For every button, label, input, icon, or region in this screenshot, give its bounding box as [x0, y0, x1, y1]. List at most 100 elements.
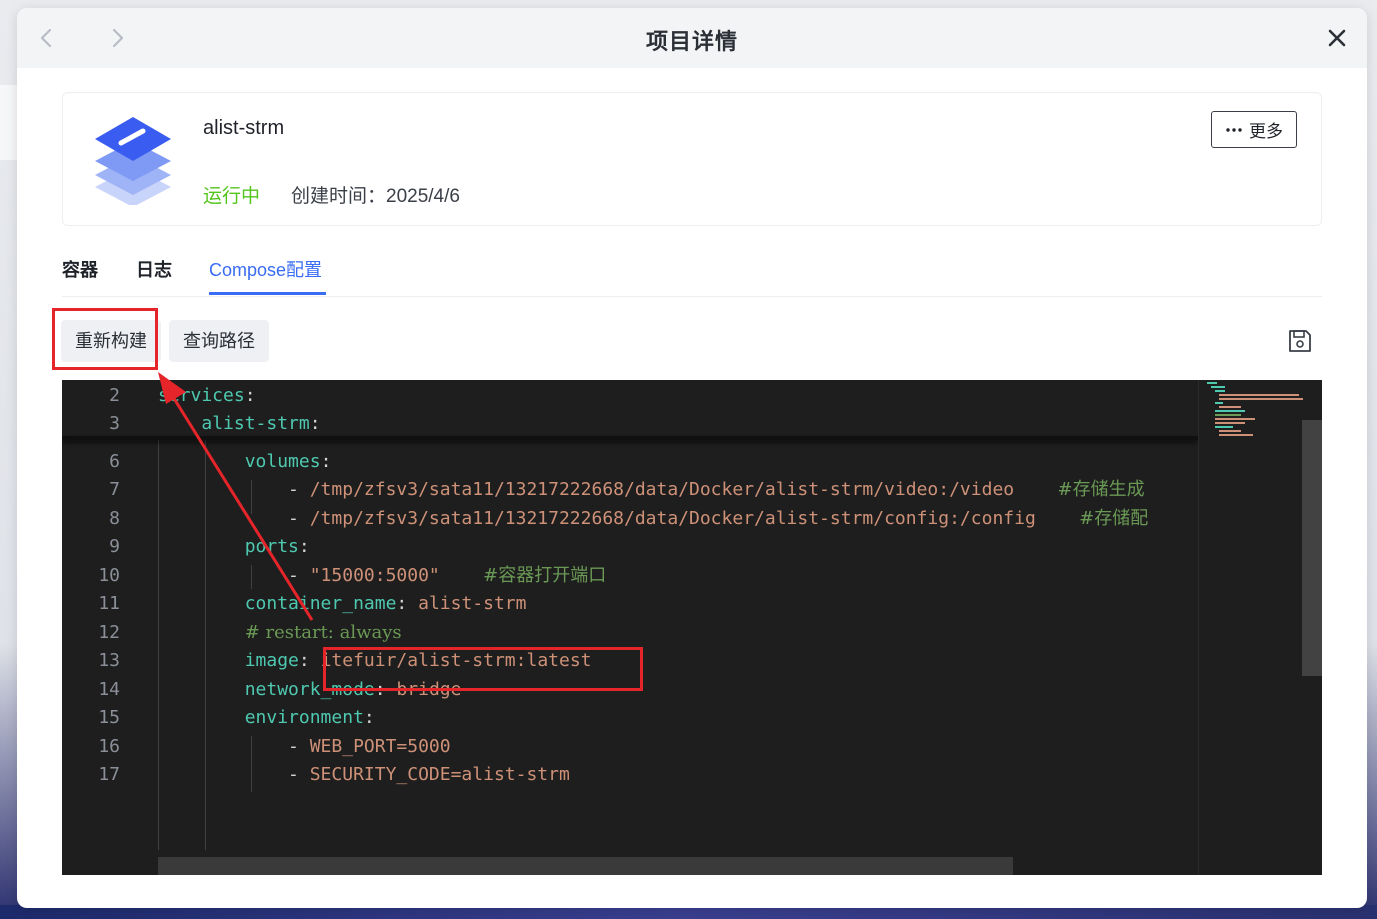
horizontal-scrollbar[interactable] [158, 857, 1013, 875]
code-token: alist-strm [418, 593, 527, 614]
project-name: alist-strm [203, 117, 285, 139]
created-time: 创建时间：2025/4/6 [291, 186, 460, 207]
code-token: : [309, 413, 321, 434]
background-panel-edge [0, 85, 18, 160]
line-number: 14 [98, 679, 120, 700]
code-token: #存储配 [1079, 508, 1149, 529]
project-summary-card: alist-strm 运行中 创建时间：2025/4/6 更多 [62, 92, 1322, 226]
line-number: 2 [109, 385, 120, 406]
line-number: 10 [98, 565, 120, 586]
line-number: 16 [98, 736, 120, 757]
detail-tabs: 容器 日志 Compose配置 [62, 248, 1322, 297]
code-text: - SECURITY_CODE=alist-strm [158, 761, 570, 789]
code-text: ports: [158, 533, 310, 561]
code-line[interactable]: 3 alist-strm: [62, 410, 1198, 438]
dialog-titlebar: 项目详情 [17, 8, 1367, 68]
dialog-title: 项目详情 [645, 29, 738, 54]
code-line[interactable]: 8 - /tmp/zfsv3/sata11/13217222668/data/D… [62, 505, 1198, 533]
code-line[interactable]: 6 volumes: [62, 448, 1198, 476]
active-tab-indicator [209, 292, 326, 295]
code-text: alist-strm: [158, 410, 321, 438]
line-number: 3 [109, 413, 120, 434]
code-token: # restart: always [244, 622, 402, 643]
save-icon[interactable] [1287, 328, 1313, 354]
code-text: - /tmp/zfsv3/sata11/13217222668/data/Doc… [158, 505, 1148, 533]
code-line[interactable]: 2 services: [62, 382, 1198, 410]
code-text: services: [158, 382, 256, 410]
code-text: - /tmp/zfsv3/sata11/13217222668/data/Doc… [158, 476, 1145, 504]
line-number: 7 [109, 479, 120, 500]
code-token: #容器打开端口 [483, 565, 607, 586]
code-text: container_name: alist-strm [158, 590, 527, 618]
code-token: - [158, 764, 310, 785]
image-value-highlight-box [323, 647, 643, 691]
code-line[interactable]: 16 - WEB_PORT=5000 [62, 733, 1198, 761]
line-number: 17 [98, 764, 120, 785]
line-number: 8 [109, 508, 120, 529]
code-token: services [158, 385, 245, 406]
code-token: - [158, 736, 310, 757]
code-token: /tmp/zfsv3/sata11/13217222668/data/Docke… [309, 508, 1036, 529]
code-token: WEB_PORT=5000 [309, 736, 451, 757]
tab-compose-config[interactable]: Compose配置 [209, 256, 322, 282]
code-text: environment: [158, 704, 375, 732]
status-badge: 运行中 [203, 186, 261, 207]
more-button[interactable]: 更多 [1211, 111, 1297, 148]
code-line[interactable]: 15 environment: [62, 704, 1198, 732]
rebuild-button[interactable]: 重新构建 [61, 320, 161, 362]
line-number: 13 [98, 650, 120, 671]
line-number: 9 [109, 536, 120, 557]
stacked-layers-logo [95, 117, 171, 205]
code-line[interactable]: 11 container_name: alist-strm [62, 590, 1198, 618]
line-number: 11 [98, 593, 120, 614]
code-text: # restart: always [158, 619, 402, 647]
code-token: : [320, 451, 332, 472]
code-token: /tmp/zfsv3/sata11/13217222668/data/Docke… [309, 479, 1015, 500]
code-token: SECURITY_CODE=alist-strm [309, 764, 570, 785]
code-token: : [298, 650, 321, 671]
code-token: image [244, 650, 299, 671]
line-number: 15 [98, 707, 120, 728]
ellipsis-icon [1226, 127, 1242, 132]
code-token: - [158, 565, 310, 586]
vertical-scrollbar[interactable] [1302, 420, 1322, 676]
tab-logs[interactable]: 日志 [136, 256, 172, 282]
more-button-label: 更多 [1249, 122, 1283, 141]
line-number: 12 [98, 622, 120, 643]
code-token: - [158, 479, 310, 500]
code-token: container_name [244, 593, 397, 614]
tab-containers[interactable]: 容器 [62, 256, 98, 282]
code-line[interactable]: 7 - /tmp/zfsv3/sata11/13217222668/data/D… [62, 476, 1198, 504]
compose-editor[interactable]: 2 services: 3 alist-strm: 6 volumes: 7 - /tm… [62, 380, 1322, 875]
close-icon [1328, 29, 1346, 47]
close-button[interactable] [1321, 22, 1353, 54]
code-token: : [363, 707, 375, 728]
code-token: #存储生成 [1057, 479, 1145, 500]
code-line[interactable]: 12 # restart: always [62, 619, 1198, 647]
query-path-button[interactable]: 查询路径 [169, 320, 269, 362]
code-token: environment [244, 707, 364, 728]
code-text: volumes: [158, 448, 332, 476]
code-token: : [244, 385, 256, 406]
code-line[interactable]: 10 - "15000:5000" #容器打开端口 [62, 562, 1198, 590]
code-line[interactable]: 9 ports: [62, 533, 1198, 561]
code-token: volumes [244, 451, 321, 472]
code-token: "15000:5000" [309, 565, 440, 586]
code-token: alist-strm [201, 413, 310, 434]
project-detail-dialog: 项目详情 alist-strm 运行中 创建时间：2025/4/6 更多 容器 … [17, 8, 1367, 908]
sticky-scroll-separator [62, 436, 1198, 440]
code-line[interactable]: 17 - SECURITY_CODE=alist-strm [62, 761, 1198, 789]
code-token: : [396, 593, 419, 614]
code-text: - WEB_PORT=5000 [158, 733, 451, 761]
code-token: ports [244, 536, 299, 557]
